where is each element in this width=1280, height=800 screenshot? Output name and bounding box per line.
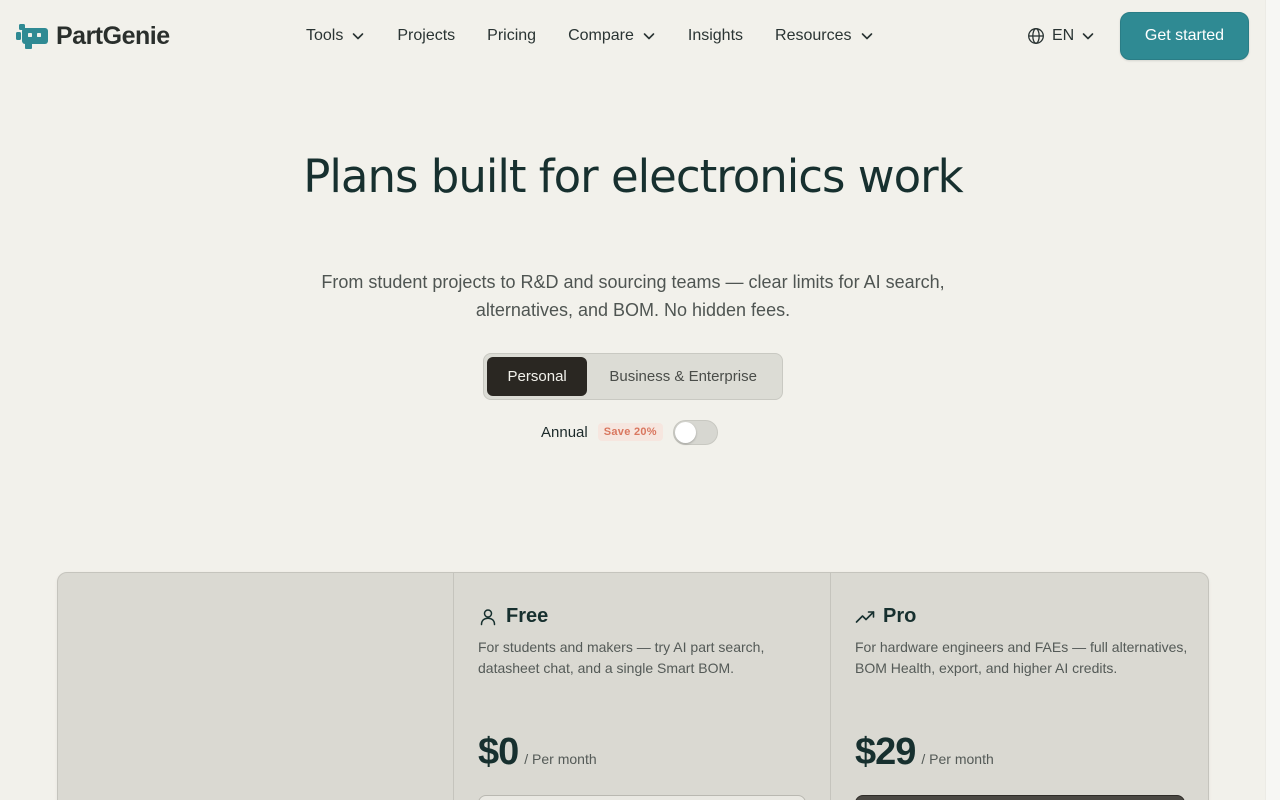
nav-item-label: Projects: [397, 27, 456, 44]
robot-logo-icon: [16, 24, 48, 49]
free-plan-button[interactable]: [478, 795, 806, 800]
nav-item-pricing[interactable]: Pricing: [487, 27, 536, 45]
plan-header: Free: [478, 605, 548, 628]
plan-card-pro: Pro For hardware engineers and FAEs — fu…: [855, 573, 1209, 800]
chevron-down-icon: [353, 33, 364, 40]
save-badge: Save 20%: [597, 423, 663, 441]
plan-name: Pro: [883, 605, 917, 627]
chevron-down-icon: [1082, 33, 1094, 40]
main-nav: Tools Projects Pricing Compare Insights …: [306, 24, 874, 48]
nav-item-resources[interactable]: Resources: [775, 27, 873, 45]
nav-item-label: Pricing: [487, 27, 537, 44]
nav-item-label: Tools: [306, 27, 344, 44]
annual-toggle[interactable]: [672, 419, 718, 445]
nav-item-compare[interactable]: Compare: [568, 27, 656, 45]
plan-header: Pro: [855, 605, 916, 628]
page-subtitle: From student projects to R&D and sourcin…: [321, 272, 945, 320]
toggle-knob: [674, 421, 696, 443]
plan-name: Free: [506, 605, 549, 627]
plan-price: $29 / Per month: [855, 731, 994, 774]
plan-description: For hardware engineers and FAEs — full a…: [855, 639, 1188, 676]
tab-personal[interactable]: Personal: [487, 357, 588, 396]
plan-type-switch: Personal Business & Enterprise: [483, 353, 783, 400]
plan-price: $0 / Per month: [478, 731, 597, 774]
user-icon: [480, 608, 496, 625]
trending-up-icon: [855, 610, 875, 623]
page-title: Plans built for electronics work: [303, 150, 963, 203]
globe-icon: [1028, 28, 1044, 44]
column-divider: [453, 573, 454, 800]
price-value: $0: [478, 731, 519, 773]
nav-item-insights[interactable]: Insights: [688, 27, 743, 45]
column-divider: [830, 573, 831, 800]
price-value: $29: [855, 731, 916, 773]
price-period: / Per month: [524, 751, 597, 767]
plan-card-free: Free For students and makers — try AI pa…: [478, 573, 830, 800]
get-started-button[interactable]: Get started: [1120, 12, 1249, 60]
pro-plan-button[interactable]: [855, 795, 1185, 800]
language-selector[interactable]: EN: [1027, 24, 1095, 48]
nav-item-label: Resources: [775, 27, 852, 44]
nav-item-tools[interactable]: Tools: [306, 27, 365, 45]
tab-business-enterprise[interactable]: Business & Enterprise: [587, 357, 779, 396]
plan-description: For students and makers — try AI part se…: [478, 639, 765, 676]
annual-label: Annual: [541, 423, 588, 441]
price-period: / Per month: [921, 751, 994, 767]
nav-item-label: Compare: [568, 27, 634, 44]
brand-name: PartGenie: [56, 21, 170, 50]
language-label: EN: [1052, 27, 1075, 44]
brand-logo[interactable]: PartGenie: [16, 20, 170, 52]
site-header: PartGenie Tools Projects Pricing Compare…: [0, 0, 1265, 72]
nav-item-projects[interactable]: Projects: [397, 27, 455, 45]
chevron-down-icon: [861, 33, 872, 40]
page-scrollbar[interactable]: [1265, 0, 1280, 800]
billing-period-control: Annual Save 20%: [541, 419, 718, 445]
chevron-down-icon: [643, 33, 655, 40]
pricing-panel: Free For students and makers — try AI pa…: [57, 572, 1209, 800]
nav-item-label: Insights: [687, 27, 744, 44]
